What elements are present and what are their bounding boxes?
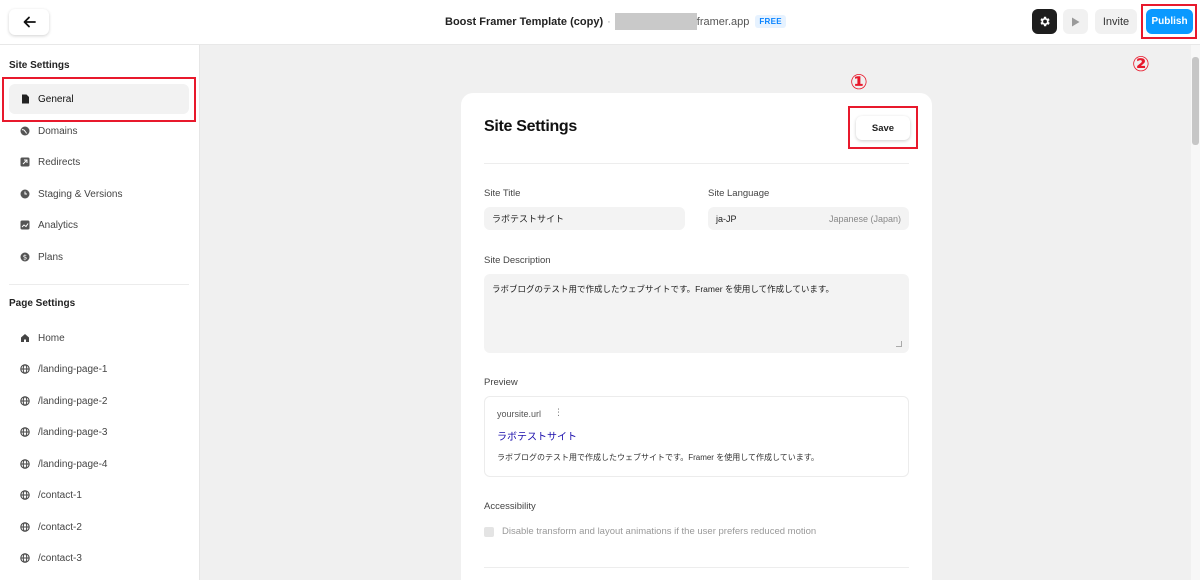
svg-text:$: $	[23, 254, 27, 262]
sidebar-item-plans[interactable]: $ Plans	[9, 242, 189, 272]
sidebar-item-label: /landing-page-3	[38, 426, 108, 438]
scrollbar-thumb[interactable]	[1192, 57, 1199, 145]
sidebar-divider	[9, 284, 189, 285]
project-title: Boost Framer Template (copy) · framer.ap…	[445, 13, 786, 30]
sidebar-item-page[interactable]: /landing-page-4	[9, 449, 189, 479]
site-title-label: Site Title	[484, 188, 521, 199]
play-icon	[1072, 17, 1080, 26]
sidebar-item-page[interactable]: /landing-page-3	[9, 417, 189, 447]
globe-icon	[20, 364, 30, 374]
sidebar-item-label: /contact-3	[38, 552, 82, 564]
sidebar-item-page[interactable]: /contact-1	[9, 480, 189, 510]
back-button[interactable]	[9, 9, 49, 35]
domain-suffix: framer.app	[696, 15, 750, 28]
preview-label: Preview	[484, 377, 518, 388]
globe-icon	[20, 490, 30, 500]
section-divider	[484, 567, 909, 568]
chart-icon	[20, 220, 30, 230]
top-bar: Boost Framer Template (copy) · framer.ap…	[0, 0, 1200, 45]
sidebar-item-label: /landing-page-4	[38, 458, 108, 470]
redirect-icon	[20, 157, 30, 167]
annotation-step-2: ②	[1132, 52, 1150, 76]
page-settings-heading: Page Settings	[9, 298, 76, 309]
settings-sidebar: Site Settings General Domains Redirects …	[0, 45, 200, 580]
resize-handle-icon[interactable]	[896, 341, 902, 347]
site-settings-card: Site Settings Save Site Title ラボテストサイト S…	[461, 93, 932, 580]
sidebar-item-page[interactable]: /contact-2	[9, 512, 189, 542]
sidebar-item-staging[interactable]: Staging & Versions	[9, 179, 189, 209]
sidebar-item-label: /contact-1	[38, 489, 82, 501]
sidebar-item-label: /landing-page-2	[38, 395, 108, 407]
sidebar-item-page[interactable]: /landing-page-1	[9, 354, 189, 384]
sidebar-item-label: Domains	[38, 125, 78, 137]
annotation-box-save	[848, 106, 918, 149]
site-title-input[interactable]: ラボテストサイト	[484, 207, 685, 230]
annotation-box-general	[2, 77, 196, 122]
site-description-value: ラボブログのテスト用で作成したウェブサイトです。Framer を使用して作成して…	[492, 284, 835, 294]
sidebar-item-label: Redirects	[38, 156, 81, 168]
globe-icon	[20, 553, 30, 563]
gear-icon	[1040, 16, 1050, 27]
globe-icon	[20, 396, 30, 406]
search-preview: yoursite.url ⋮ ラボテストサイト ラボブログのテスト用で作成したウ…	[484, 396, 909, 477]
header-divider	[484, 163, 909, 164]
site-description-label: Site Description	[484, 255, 551, 266]
preview-title: ラボテストサイト	[497, 432, 577, 443]
globe-icon	[20, 459, 30, 469]
preview-button[interactable]	[1063, 9, 1088, 34]
title-separator: ·	[607, 15, 611, 28]
site-language-select[interactable]: ja-JP Japanese (Japan)	[708, 207, 909, 230]
preview-description: ラボブログのテスト用で作成したウェブサイトです。Framer を使用して作成して…	[497, 453, 819, 462]
page-title: Site Settings	[484, 118, 578, 135]
globe-icon	[20, 522, 30, 532]
project-name: Boost Framer Template (copy)	[445, 15, 604, 28]
redacted-subdomain	[614, 13, 697, 30]
language-name: Japanese (Japan)	[828, 213, 901, 224]
sidebar-item-analytics[interactable]: Analytics	[9, 210, 189, 240]
sidebar-item-label: /contact-2	[38, 521, 82, 533]
reduced-motion-label: Disable transform and layout animations …	[502, 526, 817, 537]
sidebar-item-home[interactable]: Home	[9, 323, 189, 353]
sidebar-item-label: Staging & Versions	[38, 188, 123, 200]
preview-url: yoursite.url	[497, 409, 542, 419]
invite-button[interactable]: Invite	[1095, 9, 1137, 34]
reduced-motion-checkbox[interactable]	[484, 527, 494, 537]
clock-icon	[20, 189, 30, 199]
site-language-label: Site Language	[708, 188, 770, 199]
site-settings-button[interactable]	[1032, 9, 1057, 34]
site-title-value: ラボテストサイト	[492, 214, 565, 224]
more-vertical-icon: ⋮	[554, 407, 563, 417]
annotation-box-publish	[1141, 4, 1197, 39]
arrow-left-icon	[23, 16, 36, 28]
dollar-icon: $	[20, 252, 30, 262]
globe-icon	[20, 126, 30, 136]
site-description-textarea[interactable]: ラボブログのテスト用で作成したウェブサイトです。Framer を使用して作成して…	[484, 274, 909, 353]
sidebar-item-label: Analytics	[38, 219, 79, 231]
annotation-step-1: ①	[850, 70, 868, 94]
sidebar-item-page[interactable]: /landing-page-2	[9, 386, 189, 416]
language-code: ja-JP	[716, 213, 737, 224]
site-settings-heading: Site Settings	[9, 60, 70, 71]
sidebar-item-redirects[interactable]: Redirects	[9, 147, 189, 177]
sidebar-item-label: Home	[38, 332, 65, 344]
plan-badge: FREE	[755, 15, 786, 28]
home-icon	[20, 333, 30, 343]
sidebar-item-label: /landing-page-1	[38, 363, 108, 375]
globe-icon	[20, 427, 30, 437]
accessibility-label: Accessibility	[484, 501, 536, 512]
sidebar-item-label: Plans	[38, 251, 64, 263]
sidebar-item-page[interactable]: /contact-3	[9, 543, 189, 573]
